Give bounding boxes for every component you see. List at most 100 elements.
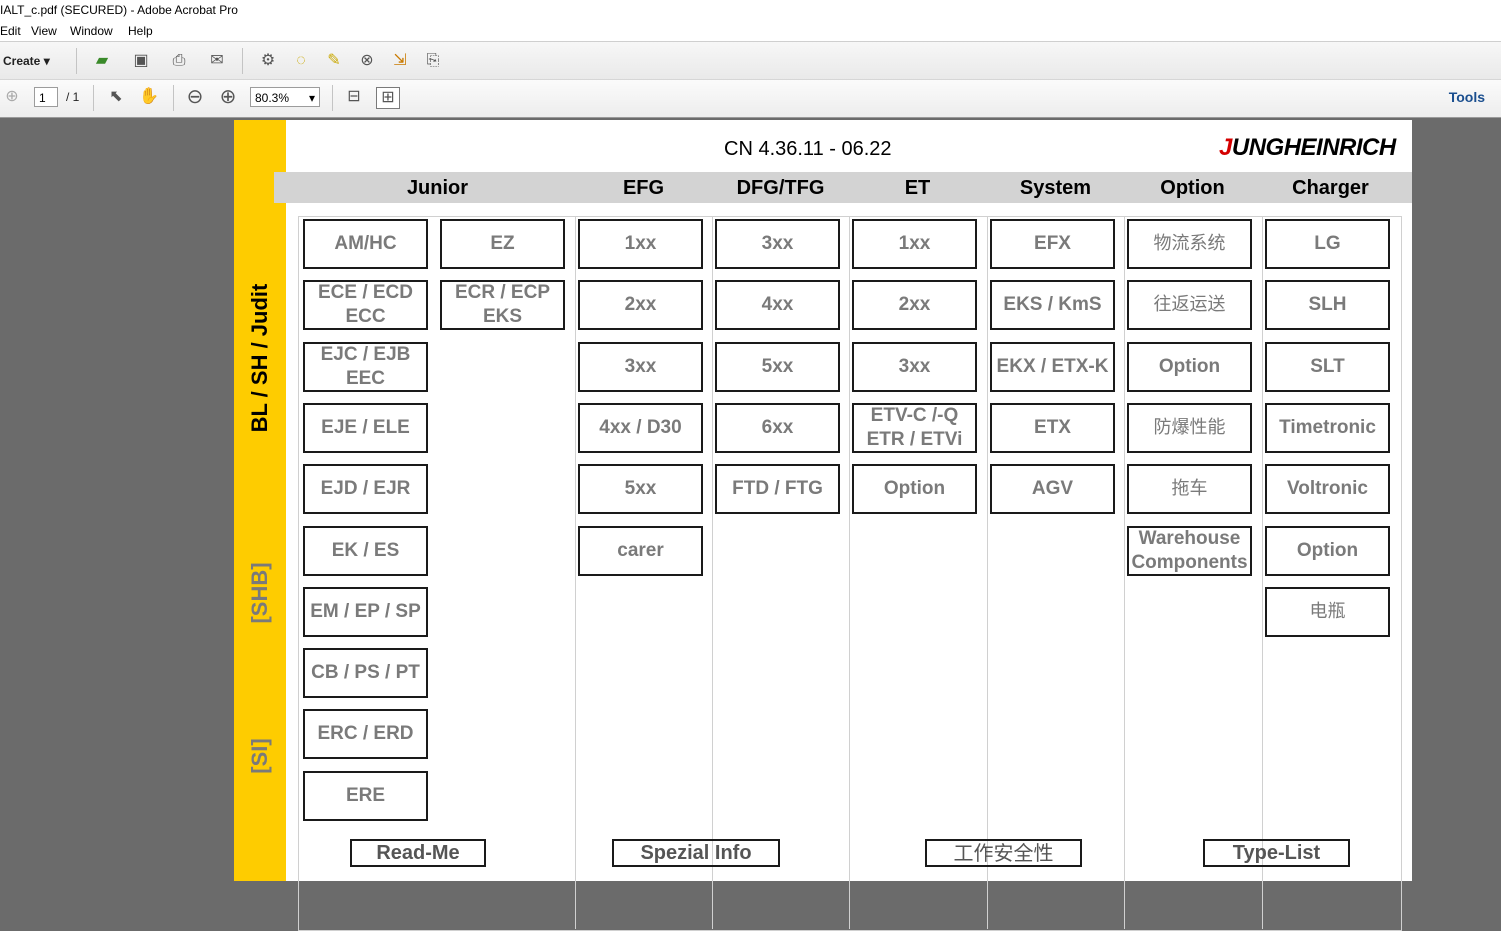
model-button[interactable]: ERC / ERD (303, 709, 428, 759)
work-safety-button[interactable]: 工作安全性 (925, 839, 1082, 867)
toolbar-separator (173, 85, 174, 111)
create-button[interactable]: Create ▾ (3, 54, 50, 68)
title-bar: IALT_c.pdf (SECURED) - Adobe Acrobat Pro (0, 0, 1501, 21)
menu-help[interactable]: Help (128, 22, 153, 40)
model-button[interactable]: EJD / EJR (303, 464, 428, 514)
model-button[interactable]: 往返运送 (1127, 280, 1252, 330)
zoom-in-icon[interactable]: ⊕ (217, 87, 239, 107)
chevron-down-icon: ▾ (43, 54, 50, 68)
model-button[interactable]: 5xx (715, 342, 840, 392)
next-page-icon[interactable]: ⊕ (1, 87, 23, 107)
model-button[interactable]: 3xx (715, 219, 840, 269)
model-button[interactable]: LG (1265, 219, 1390, 269)
model-button[interactable]: Voltronic (1265, 464, 1390, 514)
comment-icon[interactable]: ◌ (290, 51, 312, 71)
model-button[interactable]: 防爆性能 (1127, 403, 1252, 453)
model-button[interactable]: FTD / FTG (715, 464, 840, 514)
page-current: 1 (39, 91, 46, 105)
zoom-select[interactable]: 80.3% ▾ (250, 87, 320, 107)
tools-button[interactable]: Tools (1449, 89, 1485, 105)
gear-icon[interactable]: ⚙ (257, 51, 279, 71)
model-button[interactable]: carer (578, 526, 703, 576)
save-icon[interactable]: ▣ (130, 51, 152, 71)
model-button[interactable]: Option (1127, 342, 1252, 392)
model-button[interactable]: EK / ES (303, 526, 428, 576)
side-label-main[interactable]: BL / SH / Judit (247, 284, 273, 433)
zoom-out-icon[interactable]: ⊖ (184, 87, 206, 107)
header-option: Option (1160, 177, 1225, 199)
open-folder-icon[interactable]: ▰ (91, 51, 113, 71)
model-button[interactable]: 1xx (578, 219, 703, 269)
spezial-info-button[interactable]: Spezial Info (612, 839, 780, 867)
model-button[interactable]: 4xx (715, 280, 840, 330)
page-total: / 1 (66, 90, 80, 104)
menu-view[interactable]: View (31, 22, 57, 40)
model-button[interactable]: ERE (303, 771, 428, 821)
fit-page-icon[interactable]: ⊞ (376, 87, 400, 109)
model-button[interactable]: Warehouse Components (1127, 526, 1252, 576)
toolbar-separator (93, 85, 94, 111)
model-button[interactable]: ECE / ECD ECC (303, 280, 428, 330)
model-button[interactable]: EKX / ETX-K (990, 342, 1115, 392)
sign-icon[interactable]: ⎘ (422, 51, 444, 71)
model-button[interactable]: Option (1265, 526, 1390, 576)
grid-divider (712, 216, 713, 929)
model-button[interactable]: EZ (440, 219, 565, 269)
model-button[interactable]: 1xx (852, 219, 977, 269)
model-button[interactable]: CB / PS / PT (303, 648, 428, 698)
model-button[interactable]: Timetronic (1265, 403, 1390, 453)
delete-page-icon[interactable]: ⊗ (356, 51, 378, 71)
model-button[interactable]: AGV (990, 464, 1115, 514)
side-label-shb[interactable]: [SHB] (247, 562, 273, 623)
type-list-button[interactable]: Type-List (1203, 839, 1350, 867)
document-title: CN 4.36.11 - 06.22 (724, 138, 892, 160)
toolbar-separator (76, 48, 77, 74)
model-button[interactable]: EFX (990, 219, 1115, 269)
side-label-si[interactable]: [SI] (247, 738, 273, 773)
main-toolbar: Create ▾ ▰ ▣ ⎙ ✉ ⚙ ◌ ✎ ⊗ ⇲ ⎘ (0, 41, 1501, 80)
email-icon[interactable]: ✉ (206, 51, 228, 71)
model-button[interactable]: 拖车 (1127, 464, 1252, 514)
model-button[interactable]: 3xx (852, 342, 977, 392)
read-me-button[interactable]: Read-Me (350, 839, 486, 867)
header-system: System (1019, 177, 1092, 199)
create-label: Create (3, 54, 41, 68)
menu-edit[interactable]: Edit (0, 22, 21, 40)
model-button[interactable]: 物流系统 (1127, 219, 1252, 269)
model-button[interactable]: EJE / ELE (303, 403, 428, 453)
model-button[interactable]: ETV-C /-Q ETR / ETVi (852, 403, 977, 453)
header-junior: Junior (406, 177, 469, 199)
model-button[interactable]: 2xx (578, 280, 703, 330)
hand-tool-icon[interactable]: ✋ (138, 87, 160, 107)
page-number-input[interactable]: 1 (34, 87, 58, 107)
menu-window[interactable]: Window (70, 22, 113, 40)
model-button[interactable]: SLH (1265, 280, 1390, 330)
model-button[interactable]: 4xx / D30 (578, 403, 703, 453)
model-button[interactable]: EJC / EJB EEC (303, 342, 428, 392)
model-button[interactable]: SLT (1265, 342, 1390, 392)
toolbar-separator (332, 85, 333, 111)
export-icon[interactable]: ⇲ (389, 51, 411, 71)
model-button[interactable]: 6xx (715, 403, 840, 453)
header-dfg-tfg: DFG/TFG (736, 177, 825, 199)
model-button[interactable]: EKS / KmS (990, 280, 1115, 330)
pdf-page: BL / SH / Judit [SHB] [SI] CN 4.36.11 - … (234, 120, 1412, 931)
model-button[interactable]: AM/HC (303, 219, 428, 269)
grid-divider (1124, 216, 1125, 929)
window-title: IALT_c.pdf (SECURED) - Adobe Acrobat Pro (0, 3, 238, 17)
select-cursor-icon[interactable]: ⬉ (105, 87, 127, 107)
model-button[interactable]: ECR / ECP EKS (440, 280, 565, 330)
chevron-down-icon: ▾ (308, 91, 315, 105)
model-button[interactable]: Option (852, 464, 977, 514)
model-button[interactable]: ETX (990, 403, 1115, 453)
grid-divider (1262, 216, 1263, 929)
fit-width-icon[interactable]: ⊟ (343, 87, 365, 107)
model-button[interactable]: EM / EP / SP (303, 587, 428, 637)
model-button[interactable]: 3xx (578, 342, 703, 392)
model-button[interactable]: 2xx (852, 280, 977, 330)
model-button[interactable]: 5xx (578, 464, 703, 514)
print-icon[interactable]: ⎙ (168, 51, 190, 71)
logo-text: UNGHEINRICH (1231, 134, 1396, 161)
model-button[interactable]: 电瓶 (1265, 587, 1390, 637)
highlight-icon[interactable]: ✎ (323, 51, 345, 71)
